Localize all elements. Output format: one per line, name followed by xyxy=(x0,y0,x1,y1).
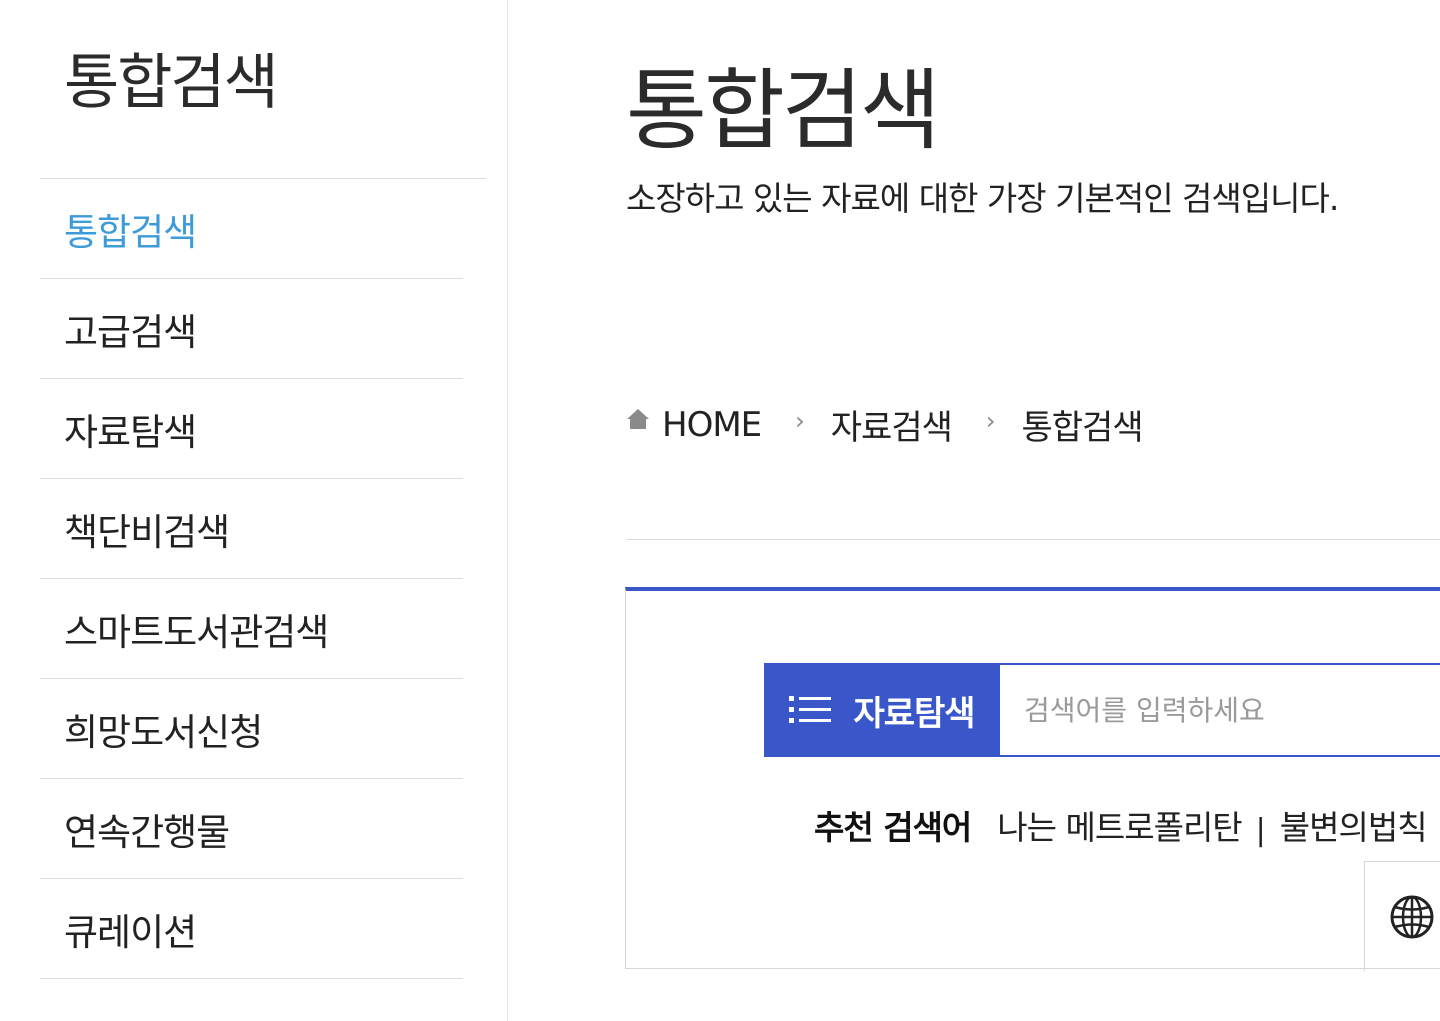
recommended-keyword[interactable]: 불변의법칙 xyxy=(1280,801,1428,849)
page: 통합검색 통합검색 고급검색 자료탐색 책단비검색 스마트도서관검색 희망도서신… xyxy=(0,0,1440,1021)
breadcrumb-integrated-search[interactable]: 통합검색 xyxy=(1022,400,1144,449)
sidebar-item-chaekdanbi-search[interactable]: 책단비검색 xyxy=(40,479,463,579)
sidebar: 통합검색 통합검색 고급검색 자료탐색 책단비검색 스마트도서관검색 희망도서신… xyxy=(0,0,508,1021)
sidebar-item-advanced-search[interactable]: 고급검색 xyxy=(40,279,463,379)
globe-icon xyxy=(1390,895,1434,938)
search-input[interactable] xyxy=(1000,663,1440,757)
search-category-button[interactable]: 자료탐색 xyxy=(764,663,1000,757)
breadcrumb-home[interactable]: HOME xyxy=(662,405,762,445)
sidebar-item-smart-library-search[interactable]: 스마트도서관검색 xyxy=(40,579,463,679)
keyword-separator: | xyxy=(1255,812,1266,848)
recommended-keywords: 추천 검색어 나는 메트로폴리탄 | 불변의법칙 xyxy=(814,801,1428,849)
recommended-keywords-label: 추천 검색어 xyxy=(814,808,972,847)
breadcrumb: HOME › 자료검색 › 통합검색 xyxy=(626,400,1144,449)
sidebar-item-material-browse[interactable]: 자료탐색 xyxy=(40,379,463,479)
page-title: 통합검색 xyxy=(626,59,941,162)
search-panel: 자료탐색 추천 검색어 나는 메트로폴리탄 | 불변의법칙 xyxy=(625,587,1440,971)
language-button[interactable] xyxy=(1364,861,1440,971)
content-divider xyxy=(626,539,1440,540)
chevron-right-icon: › xyxy=(985,406,996,435)
list-icon xyxy=(789,696,832,723)
sidebar-menu: 통합검색 고급검색 자료탐색 책단비검색 스마트도서관검색 희망도서신청 연속간… xyxy=(40,179,463,979)
breadcrumb-material-search[interactable]: 자료검색 xyxy=(831,400,953,449)
search-bar: 자료탐색 xyxy=(764,663,1440,757)
home-icon[interactable] xyxy=(626,407,650,431)
sidebar-item-integrated-search[interactable]: 통합검색 xyxy=(40,179,463,279)
recommended-keyword[interactable]: 나는 메트로폴리탄 xyxy=(997,801,1242,849)
sidebar-item-serials[interactable]: 연속간행물 xyxy=(40,779,463,879)
page-description: 소장하고 있는 자료에 대한 가장 기본적인 검색입니다. xyxy=(626,179,1339,218)
search-category-label: 자료탐색 xyxy=(853,693,975,734)
sidebar-title: 통합검색 xyxy=(64,48,279,118)
sidebar-item-curation[interactable]: 큐레이션 xyxy=(40,879,463,979)
sidebar-item-book-request[interactable]: 희망도서신청 xyxy=(40,679,463,779)
chevron-right-icon: › xyxy=(795,406,805,435)
